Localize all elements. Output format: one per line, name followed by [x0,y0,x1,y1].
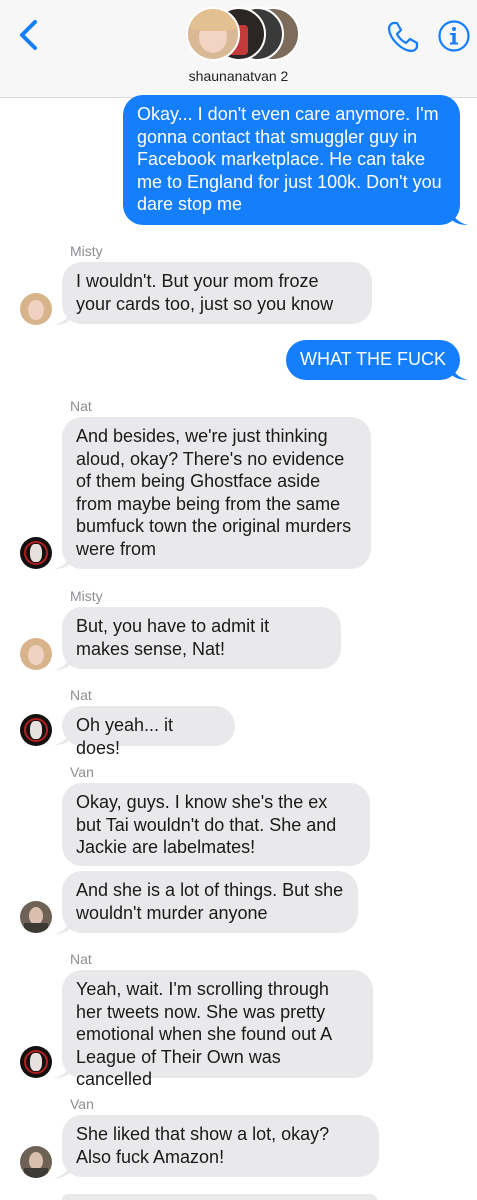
incoming-message-bubble[interactable]: And besides, we're just thinking aloud, … [62,417,371,569]
avatar-misty[interactable] [20,293,52,325]
incoming-message-bubble-partial[interactable] [62,1194,377,1200]
incoming-message-bubble[interactable]: Oh yeah... it does! [62,706,235,758]
avatar-nat[interactable] [20,714,52,746]
avatar-nat[interactable] [20,537,52,569]
incoming-message-bubble[interactable]: Yeah, wait. I'm scrolling through her tw… [62,970,373,1089]
info-icon[interactable] [437,19,471,53]
bubble-tail [452,366,468,380]
sender-name: Misty [70,243,103,259]
group-avatar-stack[interactable] [186,5,302,63]
avatar-van[interactable] [20,1146,52,1178]
sender-name: Van [70,764,94,780]
outgoing-message-bubble[interactable]: WHAT THE FUCK [286,340,460,380]
avatar-nat[interactable] [20,1046,52,1078]
incoming-message-bubble[interactable]: But, you have to admit it makes sense, N… [62,607,341,669]
sender-name: Nat [70,687,92,703]
incoming-message-bubble[interactable]: I wouldn't. But your mom froze your card… [62,262,372,324]
group-name[interactable]: shaunanatvan 2 [0,68,477,84]
sender-name: Van [70,1096,94,1112]
incoming-message-bubble[interactable]: She liked that show a lot, okay? Also fu… [62,1115,379,1177]
chevron-left-icon[interactable] [16,18,42,52]
sender-name: Misty [70,588,103,604]
avatar-misty[interactable] [20,638,52,670]
conversation-header: shaunanatvan 2 [0,0,477,98]
avatar-van[interactable] [20,901,52,933]
incoming-message-bubble[interactable]: And she is a lot of things. But she woul… [62,871,358,933]
sender-name: Nat [70,398,92,414]
bubble-tail [452,211,468,225]
sender-name: Nat [70,951,92,967]
incoming-message-bubble[interactable]: Okay, guys. I know she's the ex but Tai … [62,783,370,866]
phone-icon[interactable] [386,20,420,54]
group-avatar [186,7,240,61]
outgoing-message-bubble[interactable]: Okay... I don't even care anymore. I'm g… [123,95,460,225]
